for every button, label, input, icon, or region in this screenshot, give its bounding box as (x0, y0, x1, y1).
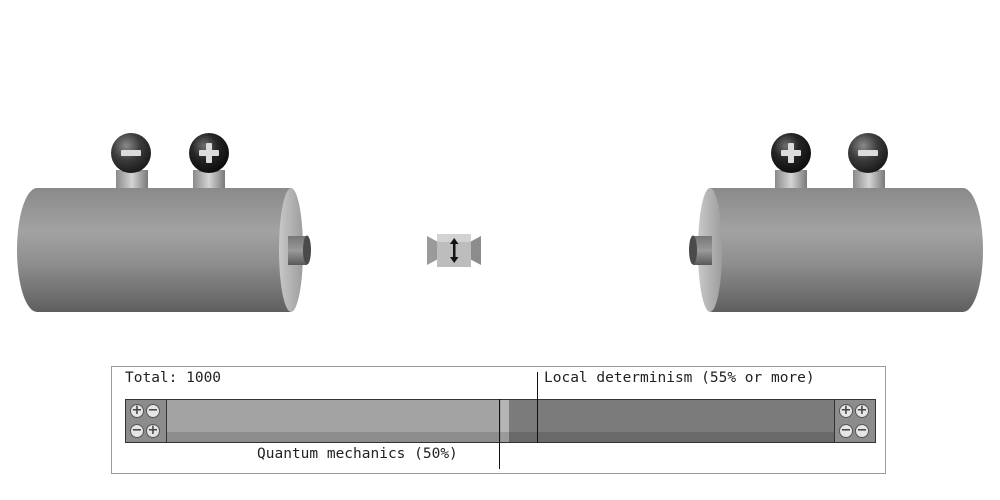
minus-terminal-icon (111, 133, 151, 188)
local-determinism-label: Local determinism (55% or more) (544, 370, 815, 386)
polarization-axis-icon[interactable] (427, 234, 481, 267)
minus-symbol-icon: − (839, 423, 853, 438)
quantum-mechanics-marker (499, 399, 500, 469)
detector-right (689, 133, 983, 312)
bar-shade (167, 432, 835, 442)
experiment-scene (17, 133, 983, 312)
minus-symbol-icon: − (855, 423, 869, 438)
detector-left (17, 133, 311, 312)
minus-symbol-icon: − (146, 403, 160, 418)
local-determinism-marker (537, 372, 538, 443)
plus-terminal-icon (189, 133, 229, 188)
plus-symbol-icon: + (146, 423, 160, 438)
plus-symbol-icon: + (130, 403, 144, 418)
counter-left: + − − + (126, 400, 167, 442)
minus-symbol-icon: − (130, 423, 144, 438)
counter-right: + + − − (834, 400, 875, 442)
quantum-mechanics-label: Quantum mechanics (50%) (257, 446, 458, 462)
correlation-bar: + − − + + + − − (125, 399, 876, 443)
results-panel: Total: 1000 Local determinism (55% or mo… (111, 366, 886, 474)
plus-symbol-icon: + (839, 403, 853, 418)
minus-terminal-icon (848, 133, 888, 188)
plus-terminal-icon (771, 133, 811, 188)
total-count: Total: 1000 (125, 370, 222, 386)
plus-symbol-icon: + (855, 403, 869, 418)
